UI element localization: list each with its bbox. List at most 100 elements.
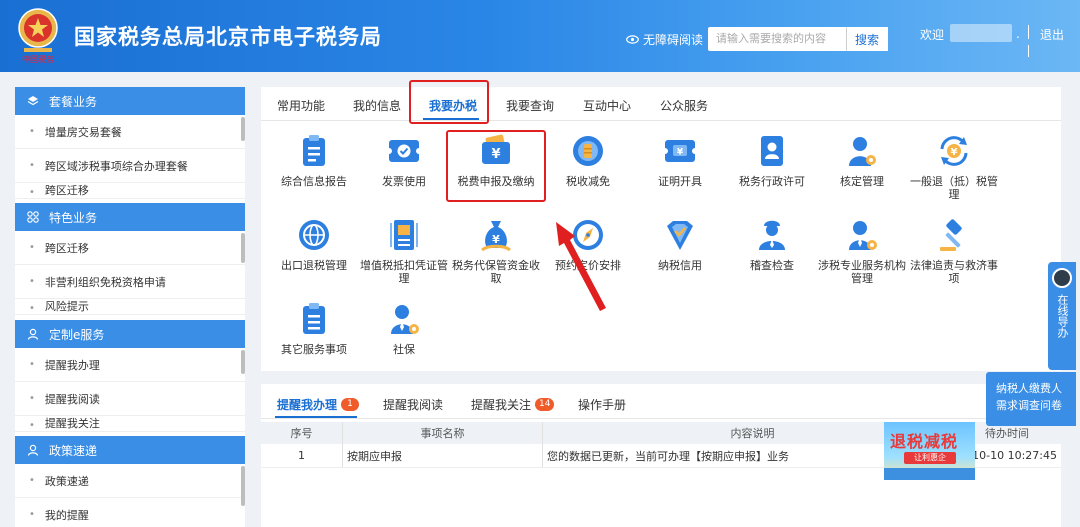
sidebar-item[interactable]: 跨区迁移 xyxy=(15,183,245,199)
survey-line: 纳税人缴费人 xyxy=(996,382,1062,395)
sidebar-section-header[interactable]: 特色业务 xyxy=(15,203,245,231)
sidebar-item[interactable]: 我的提醒 xyxy=(15,498,245,527)
service-tile[interactable]: 纳税信用 xyxy=(635,217,725,272)
service-tile[interactable]: ¥ 税费申报及缴纳 xyxy=(451,133,541,188)
tab-my-info[interactable]: 我的信息 xyxy=(353,97,401,114)
service-tile[interactable]: 其它服务事项 xyxy=(269,301,359,356)
service-tile[interactable]: 稽查检查 xyxy=(727,217,817,272)
service-tile[interactable]: 核定管理 xyxy=(817,133,907,188)
service-label: 增值税抵扣凭证管理 xyxy=(360,259,448,285)
tab-common[interactable]: 常用功能 xyxy=(277,97,325,114)
service-tile[interactable]: ¥ 一般退（抵）税管理 xyxy=(909,133,999,201)
service-tabs: 常用功能 我的信息 我要办税 我要查询 互动中心 公众服务 xyxy=(261,87,1061,121)
scrollbar-thumb[interactable] xyxy=(241,117,245,141)
eye-icon xyxy=(626,35,639,44)
accessibility-label: 无障碍阅读 xyxy=(643,33,704,47)
sidebar-section-title: 特色业务 xyxy=(49,210,98,225)
sidebar-section-custom: 定制e服务 提醒我办理 提醒我阅读 提醒我关注 xyxy=(15,320,245,432)
agent-gear-icon xyxy=(849,221,877,250)
promo-banner[interactable]: 退税减税 让利惠企 xyxy=(884,422,975,480)
service-tile[interactable]: 综合信息报告 xyxy=(269,133,359,188)
sidebar-item[interactable]: 提醒我关注 xyxy=(15,416,245,432)
tab-label: 提醒我办理 xyxy=(277,398,338,412)
inspector-icon xyxy=(759,220,785,250)
sidebar-section-package: 套餐业务 增量房交易套餐 跨区域涉税事项综合办理套餐 跨区迁移 xyxy=(15,87,245,199)
city-skyline-graphic xyxy=(884,468,975,480)
sidebar-item[interactable]: 提醒我办理 xyxy=(15,348,245,382)
person-gear-icon xyxy=(849,137,876,166)
service-tile[interactable]: ¥ 证明开具 xyxy=(635,133,725,188)
sidebar-item[interactable]: 非营利组织免税资格申请 xyxy=(15,265,245,299)
service-label: 法律追责与救济事项 xyxy=(910,259,998,285)
service-label: 纳税信用 xyxy=(658,259,702,272)
top-header: 中国税务 国家税务总局北京市电子税务局 无障碍阅读 搜索 欢迎 . 退出 xyxy=(0,0,1080,72)
social-security-icon xyxy=(391,305,419,334)
sidebar-item[interactable]: 提醒我阅读 xyxy=(15,382,245,416)
sidebar-section-header[interactable]: 定制e服务 xyxy=(15,320,245,348)
grid-icon xyxy=(27,211,39,223)
sidebar-section-header[interactable]: 套餐业务 xyxy=(15,87,245,115)
svg-text:¥: ¥ xyxy=(951,147,958,158)
sidebar: 套餐业务 增量房交易套餐 跨区域涉税事项综合办理套餐 跨区迁移 特色业务 跨区迁… xyxy=(15,87,245,527)
user-icon xyxy=(27,328,39,340)
tab-manual[interactable]: 操作手册 xyxy=(578,396,626,413)
search-button[interactable]: 搜索 xyxy=(846,27,888,51)
sidebar-section-title: 定制e服务 xyxy=(49,327,105,342)
service-label: 核定管理 xyxy=(840,175,884,188)
service-tile[interactable]: 税务行政许可 xyxy=(727,133,817,188)
tab-public-service[interactable]: 公众服务 xyxy=(660,97,708,114)
sidebar-item[interactable]: 增量房交易套餐 xyxy=(15,115,245,149)
survey-button[interactable]: 纳税人缴费人 需求调查问卷 xyxy=(986,372,1076,426)
list-icon xyxy=(303,303,325,334)
header-dot: . xyxy=(1016,27,1020,41)
sidebar-section-title: 套餐业务 xyxy=(49,94,98,109)
service-label: 涉税专业服务机构管理 xyxy=(818,259,906,285)
tab-query[interactable]: 我要查询 xyxy=(506,97,554,114)
service-tile[interactable]: 发票使用 xyxy=(359,133,449,188)
sidebar-section-policy: 政策速递 政策速递 我的提醒 xyxy=(15,436,245,527)
service-tile[interactable]: 增值税抵扣凭证管理 xyxy=(359,217,449,285)
money-bag-icon: ¥ xyxy=(481,221,511,252)
service-tile[interactable]: 出口退税管理 xyxy=(269,217,359,272)
invoice-icon xyxy=(386,140,422,162)
tab-remind-read[interactable]: 提醒我阅读 xyxy=(383,396,443,413)
service-tile[interactable]: ¥ 税务代保管资金收取 xyxy=(451,217,541,285)
sidebar-item[interactable]: 政策速递 xyxy=(15,464,245,498)
scrollbar-thumb[interactable] xyxy=(241,350,245,374)
promo-subtitle: 让利惠企 xyxy=(904,452,956,464)
scrollbar-thumb[interactable] xyxy=(241,233,245,263)
tab-remind-follow[interactable]: 提醒我关注 14 xyxy=(471,396,555,413)
svg-text:¥: ¥ xyxy=(492,233,500,246)
sidebar-section-feature: 特色业务 跨区迁移 非营利组织免税资格申请 风险提示 xyxy=(15,203,245,315)
tab-remind-handle[interactable]: 提醒我办理 1 xyxy=(277,396,360,413)
sidebar-item[interactable]: 跨区迁移 xyxy=(15,231,245,265)
tab-label: 操作手册 xyxy=(578,398,627,412)
online-guide-button[interactable]: 在线导办 xyxy=(1048,262,1076,370)
online-guide-label: 在线导办 xyxy=(1056,294,1069,338)
service-label: 一般退（抵）税管理 xyxy=(910,175,998,201)
sidebar-item[interactable]: 风险提示 xyxy=(15,299,245,315)
sidebar-section-header[interactable]: 政策速递 xyxy=(15,436,245,464)
service-label: 稽查检查 xyxy=(750,259,794,272)
service-tile[interactable]: 涉税专业服务机构管理 xyxy=(817,217,907,285)
service-label: 预约定价安排 xyxy=(555,259,621,272)
highlight-box xyxy=(409,80,489,124)
sidebar-item[interactable]: 跨区域涉税事项综合办理套餐 xyxy=(15,149,245,183)
service-tile[interactable]: 法律追责与救济事项 xyxy=(909,217,999,285)
scrollbar-thumb[interactable] xyxy=(241,466,245,506)
tab-interaction[interactable]: 互动中心 xyxy=(583,97,631,114)
user-icon xyxy=(27,444,39,456)
service-tile[interactable]: 社保 xyxy=(359,301,449,356)
header-divider xyxy=(1028,45,1029,57)
service-label: 税务行政许可 xyxy=(739,175,805,188)
ticket-icon xyxy=(390,220,418,250)
search-input[interactable] xyxy=(708,27,846,51)
service-tile[interactable]: 税收减免 xyxy=(543,133,633,188)
service-label: 社保 xyxy=(393,343,415,356)
document-list-icon xyxy=(303,135,325,166)
service-tile[interactable]: 预约定价安排 xyxy=(543,217,633,272)
accessibility-link[interactable]: 无障碍阅读 xyxy=(626,31,703,48)
welcome-text: 欢迎 xyxy=(920,28,945,42)
logout-link[interactable]: 退出 xyxy=(1040,26,1064,43)
refund-icon: ¥ xyxy=(940,136,968,166)
